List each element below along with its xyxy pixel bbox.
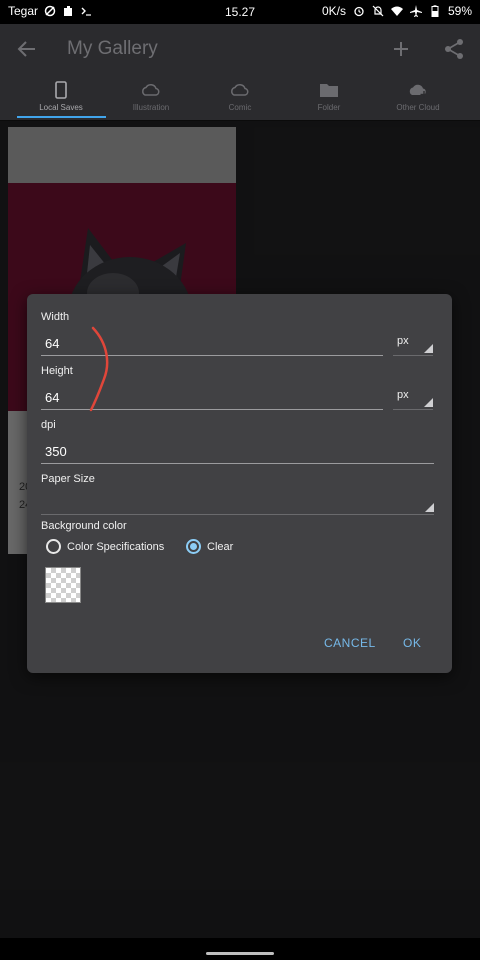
- radio-unchecked-icon: [46, 539, 61, 554]
- dpi-field[interactable]: 350: [41, 439, 434, 464]
- app-bar: My Gallery: [0, 24, 480, 74]
- dpi-label: dpi: [41, 419, 56, 431]
- cloud-icon: [231, 83, 249, 96]
- tab-label: Local Saves: [39, 103, 83, 112]
- radio-checked-icon: [186, 539, 201, 554]
- ok-button[interactable]: OK: [403, 636, 421, 650]
- tab-label: Folder: [317, 103, 341, 112]
- dropdown-arrow-icon: [425, 503, 434, 512]
- background-color-label: Background color: [41, 520, 127, 532]
- back-arrow-icon[interactable]: [14, 36, 40, 62]
- page-title: My Gallery: [67, 38, 158, 59]
- tab-label: Illustration: [132, 103, 170, 112]
- tab-label: Other Cloud: [396, 103, 440, 112]
- radio-label: Color Specifications: [67, 540, 165, 553]
- radio-label: Clear: [207, 540, 234, 553]
- transparent-color-swatch[interactable]: [45, 567, 81, 603]
- folder-icon: [320, 84, 338, 97]
- width-unit-select[interactable]: px: [393, 331, 433, 356]
- width-value: 64: [45, 336, 60, 351]
- height-unit: px: [397, 389, 409, 401]
- notifications-off-icon: [372, 5, 384, 17]
- radio-clear[interactable]: Clear: [186, 539, 233, 554]
- wifi-icon: [390, 6, 403, 16]
- paper-size-select[interactable]: [41, 490, 434, 515]
- tab-local-saves[interactable]: Local Saves: [13, 74, 109, 120]
- tab-illustration[interactable]: Illustration: [103, 74, 199, 120]
- dpi-value: 350: [45, 444, 67, 459]
- network-speed: 0K/s: [321, 4, 346, 18]
- active-tab-indicator: [17, 116, 106, 118]
- navigation-bar: [0, 938, 480, 960]
- share-icon[interactable]: [441, 36, 467, 62]
- tab-comic[interactable]: Comic: [192, 74, 288, 120]
- height-unit-select[interactable]: px: [393, 385, 433, 410]
- red-annotation-stroke: [89, 326, 109, 412]
- radio-color-specifications[interactable]: Color Specifications: [46, 539, 164, 554]
- status-bar: Tegar 15.27 0K/s 59%: [0, 0, 480, 24]
- dropdown-arrow-icon: [424, 344, 433, 353]
- width-unit: px: [397, 335, 409, 347]
- phone-icon: [55, 81, 67, 99]
- home-gesture-handle[interactable]: [206, 952, 274, 955]
- paper-size-label: Paper Size: [41, 473, 95, 485]
- tab-folder[interactable]: Folder: [281, 74, 377, 120]
- gallery-tabs: Local Saves Illustration Comic Folder Ot…: [0, 74, 480, 121]
- cancel-button[interactable]: CANCEL: [324, 636, 376, 650]
- cloud-add-icon: [409, 84, 428, 98]
- battery-percent: 59%: [447, 4, 472, 18]
- battery-icon: [431, 5, 439, 17]
- width-label: Width: [41, 311, 70, 323]
- height-label: Height: [41, 365, 73, 377]
- cloud-icon: [142, 83, 160, 96]
- height-value: 64: [45, 390, 60, 405]
- alarm-icon: [354, 6, 364, 17]
- tab-label: Comic: [228, 103, 252, 112]
- tab-other-cloud[interactable]: Other Cloud: [370, 74, 466, 120]
- airplane-icon: [409, 5, 422, 17]
- add-icon[interactable]: [388, 36, 414, 62]
- dropdown-arrow-icon: [424, 398, 433, 407]
